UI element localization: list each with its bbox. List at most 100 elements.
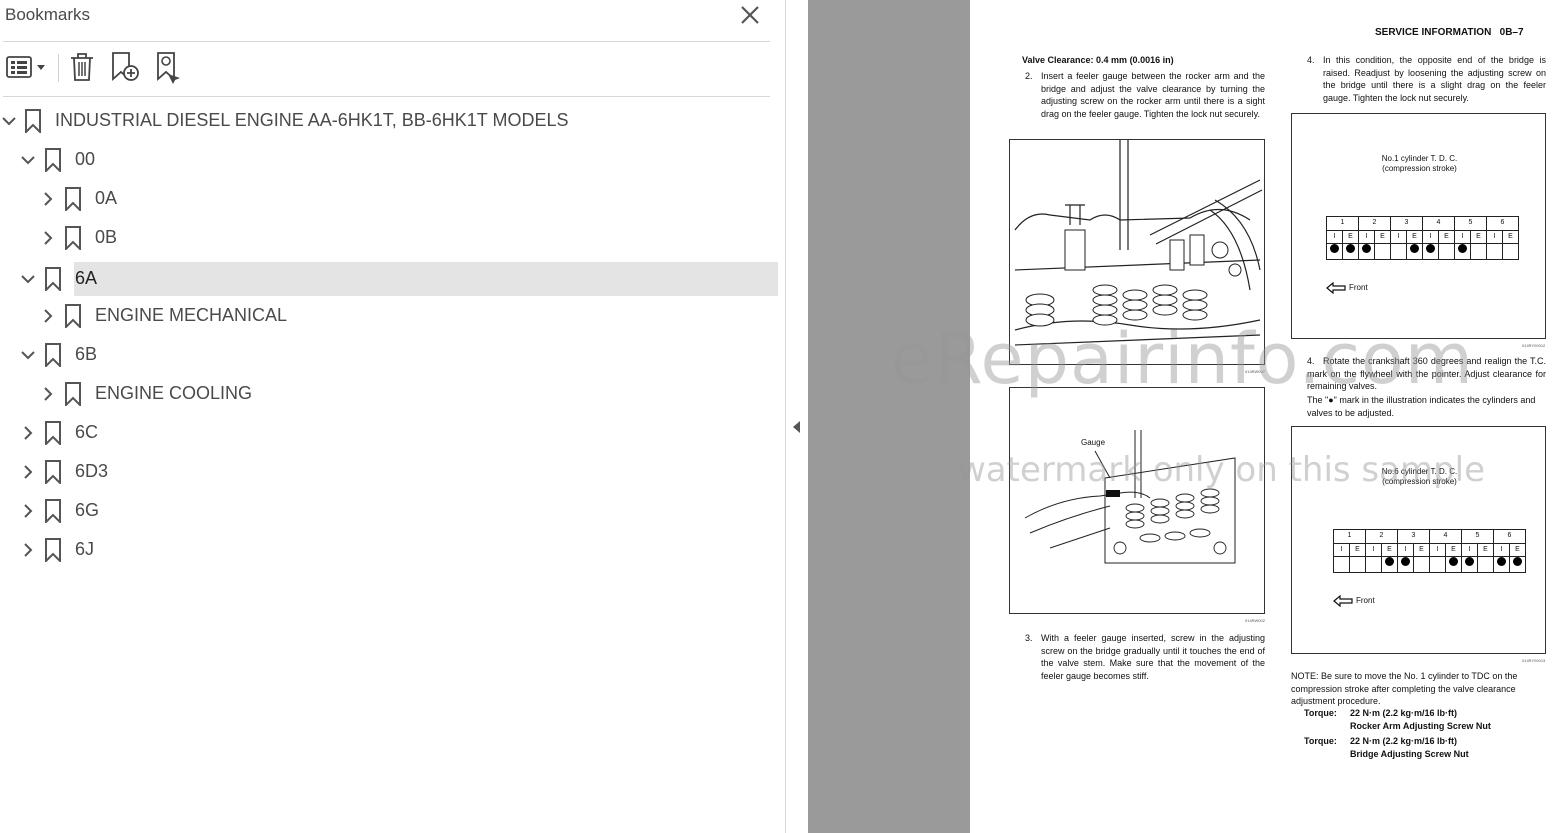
chevron-right-icon[interactable]: [39, 229, 57, 247]
bookmark-label[interactable]: 0B: [95, 227, 117, 248]
cylinder-number: 5: [1454, 216, 1487, 231]
gauge-callout: Gauge: [1081, 438, 1106, 447]
document-page[interactable]: SERVICE INFORMATION 0B–7 Valve Clearance…: [970, 0, 1564, 833]
adjust-mark-cell: [1438, 243, 1455, 260]
bookmark-row-selected[interactable]: 6A: [0, 261, 778, 298]
bookmark-label[interactable]: 6A: [75, 268, 97, 289]
bookmark-row[interactable]: ENGINE MECHANICAL: [0, 298, 778, 335]
step-number: 4.: [1307, 55, 1315, 65]
bookmark-label[interactable]: 6C: [75, 422, 98, 443]
step-text: Insert a feeler gauge between the rocker…: [1041, 71, 1265, 119]
bookmark-icon: [45, 148, 61, 172]
valve-type: E: [1445, 542, 1462, 558]
bookmark-label[interactable]: 0A: [95, 188, 117, 209]
bookmark-row[interactable]: 6D3: [0, 454, 778, 491]
adjust-dot-icon: [1426, 244, 1435, 254]
adjust-mark-cell: [1493, 556, 1510, 573]
valve-type: I: [1422, 229, 1439, 245]
cylinder-number: 3: [1397, 529, 1430, 544]
chevron-right-icon[interactable]: [39, 307, 57, 325]
bookmark-label[interactable]: 6D3: [75, 461, 108, 482]
no6-tdc-figure: No.6 cylinder T. D. C. (compression stro…: [1291, 426, 1546, 654]
step-text: In this condition, the opposite end of t…: [1323, 55, 1546, 103]
adjust-mark-cell: [1461, 556, 1478, 573]
valve-type: E: [1413, 542, 1430, 558]
figure-code: 014RY00013: [1522, 658, 1546, 663]
cylinder-number: 6: [1493, 529, 1526, 544]
bookmark-row[interactable]: 6B: [0, 337, 778, 374]
close-icon[interactable]: [738, 3, 762, 27]
arrow-left-icon: [1333, 595, 1353, 608]
bookmark-icon: [45, 460, 61, 484]
bookmark-row[interactable]: ENGINE COOLING: [0, 376, 778, 413]
chevron-down-icon[interactable]: [19, 151, 37, 169]
find-bookmark-button[interactable]: [154, 50, 184, 84]
collapse-panel-icon[interactable]: [789, 416, 805, 438]
valve-type: I: [1365, 542, 1382, 558]
adjust-mark-cell: [1365, 556, 1382, 573]
valve-type: I: [1358, 229, 1375, 245]
section-heading: Valve Clearance: 0.4 mm (0.0016 in): [1022, 55, 1174, 65]
valve-type: E: [1509, 542, 1526, 558]
bookmark-label[interactable]: ENGINE MECHANICAL: [95, 305, 287, 326]
valve-type: E: [1470, 229, 1487, 245]
torque-value: 22 N·m (2.2 kg·m/16 lb·ft): [1350, 736, 1458, 746]
tdc-title: No.1 cylinder T. D. C.: [1381, 154, 1458, 163]
bookmark-label[interactable]: 00: [75, 149, 95, 170]
adjust-marks-row: [1326, 243, 1519, 260]
tdc-subtitle: (compression stroke): [1382, 477, 1457, 486]
chevron-right-icon[interactable]: [39, 190, 57, 208]
bookmark-row[interactable]: 6G: [0, 493, 778, 530]
tdc-subtitle: (compression stroke): [1382, 164, 1457, 173]
bookmark-row[interactable]: 0B: [0, 220, 778, 257]
bookmark-icon: [65, 226, 81, 250]
adjust-dot-icon: [1458, 244, 1467, 254]
step-text: Rotate the crankshaft 360 degrees and re…: [1307, 356, 1546, 392]
bookmark-row[interactable]: INDUSTRIAL DIESEL ENGINE AA-6HK1T, BB-6H…: [0, 103, 778, 140]
bookmark-row[interactable]: 6J: [0, 532, 778, 569]
new-bookmark-button[interactable]: [109, 50, 141, 84]
chevron-down-icon[interactable]: [19, 270, 37, 288]
step-number: 2.: [1025, 71, 1033, 81]
bookmark-row[interactable]: 00: [0, 142, 778, 179]
rocker-arm-drawing: [1014, 140, 1263, 346]
bookmark-label[interactable]: 6G: [75, 500, 99, 521]
bookmark-label[interactable]: 6J: [75, 539, 94, 560]
bookmark-row[interactable]: 6C: [0, 415, 778, 452]
valve-type: I: [1486, 229, 1503, 245]
chevron-right-icon[interactable]: [39, 385, 57, 403]
bookmark-icon: [65, 382, 81, 406]
valve-type: E: [1477, 542, 1494, 558]
valve-type: I: [1429, 542, 1446, 558]
cylinder-number: 2: [1365, 529, 1398, 544]
torque-item: Bridge Adjusting Screw Nut: [1350, 749, 1469, 759]
bookmark-icon: [45, 421, 61, 445]
adjust-mark-cell: [1358, 243, 1375, 260]
adjust-mark-cell: [1342, 243, 1359, 260]
bookmark-label[interactable]: 6B: [75, 344, 97, 365]
toolbar-separator: [58, 54, 59, 82]
feeler-gauge-figure: Gauge: [1009, 387, 1265, 614]
chevron-right-icon[interactable]: [19, 502, 37, 520]
bookmark-icon: [65, 187, 81, 211]
bookmark-label[interactable]: ENGINE COOLING: [95, 383, 252, 404]
bookmark-label[interactable]: INDUSTRIAL DIESEL ENGINE AA-6HK1T, BB-6H…: [55, 110, 568, 131]
chevron-down-icon[interactable]: [19, 346, 37, 364]
chevron-down-icon[interactable]: [0, 112, 18, 130]
document-gutter: [808, 0, 970, 833]
cylinder-number: 4: [1429, 529, 1462, 544]
adjust-mark-cell: [1374, 243, 1391, 260]
delete-bookmark-button[interactable]: [68, 50, 96, 84]
torque-value: 22 N·m (2.2 kg·m/16 lb·ft): [1350, 708, 1458, 718]
valve-type: E: [1374, 229, 1391, 245]
front-indicator: Front: [1333, 595, 1375, 608]
chevron-right-icon[interactable]: [19, 541, 37, 559]
chevron-right-icon[interactable]: [19, 463, 37, 481]
adjust-mark-cell: [1390, 243, 1407, 260]
chevron-right-icon[interactable]: [19, 424, 37, 442]
bookmark-row[interactable]: 0A: [0, 181, 778, 218]
adjust-mark-cell: [1333, 556, 1350, 573]
options-menu-button[interactable]: [5, 50, 47, 84]
valve-type: I: [1326, 229, 1343, 245]
adjust-mark-cell: [1454, 243, 1471, 260]
